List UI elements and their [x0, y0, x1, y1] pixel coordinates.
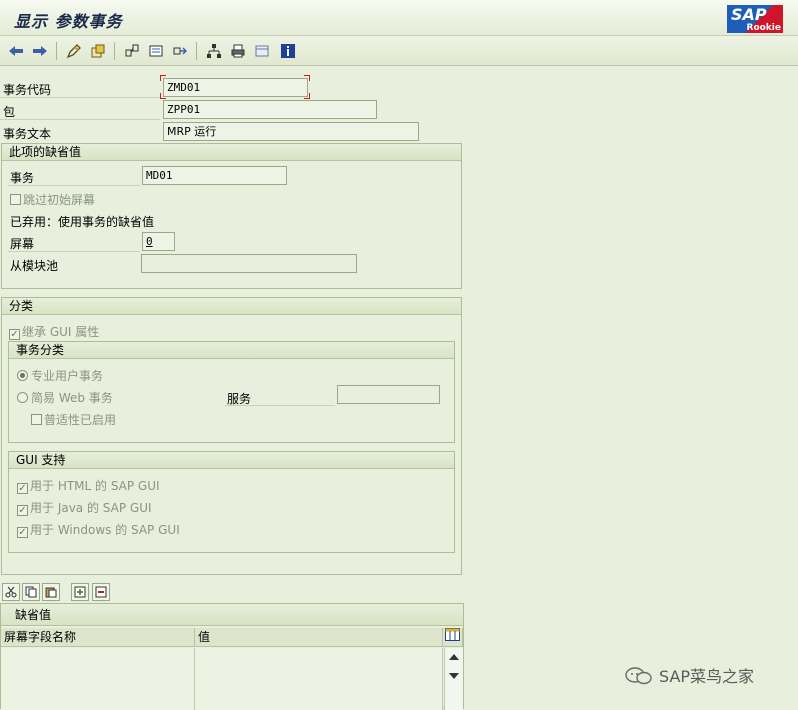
other-object-icon[interactable] — [88, 41, 108, 61]
html-gui-label: 用于 HTML 的 SAP GUI — [30, 479, 160, 493]
java-gui-checkbox[interactable]: ✓ 用于 Java 的 SAP GUI — [17, 499, 152, 516]
html-gui-check-icon[interactable]: ✓ — [17, 483, 28, 494]
default-values-title: 缺省值 — [1, 604, 463, 626]
cut-icon[interactable] — [2, 583, 20, 601]
windows-gui-check-icon[interactable]: ✓ — [17, 527, 28, 538]
easy-web-radio-icon[interactable] — [17, 392, 28, 403]
print-icon[interactable] — [228, 41, 248, 61]
object-list-icon[interactable] — [146, 41, 166, 61]
default-values-table: 缺省值 屏幕字段名称 值 — [0, 603, 464, 710]
package-field[interactable]: ZPP01 — [163, 100, 377, 119]
java-gui-label: 用于 Java 的 SAP GUI — [30, 501, 152, 515]
tcode-field[interactable]: ZMD01 — [163, 78, 308, 97]
skip-screen-label: 跳过初始屏幕 — [23, 193, 96, 207]
java-gui-check-icon[interactable]: ✓ — [17, 505, 28, 516]
professional-radio[interactable]: 专业用户事务 — [17, 367, 103, 384]
vertical-scrollbar[interactable] — [444, 648, 463, 710]
copy-icon[interactable] — [22, 583, 40, 601]
table-column-body[interactable] — [195, 648, 443, 710]
package-label: 包 — [3, 105, 16, 119]
default-tx-label: 事务 — [10, 171, 35, 185]
window-title: 显示 参数事务 — [14, 12, 123, 31]
tx-text-field[interactable]: MRP 运行 — [163, 122, 419, 141]
professional-label: 专业用户事务 — [31, 369, 104, 383]
module-pool-label: 从模块池 — [10, 259, 59, 273]
windows-gui-checkbox[interactable]: ✓ 用于 Windows 的 SAP GUI — [17, 521, 180, 538]
navigation-icon[interactable] — [170, 41, 190, 61]
scroll-up-icon[interactable] — [449, 654, 459, 660]
layout-icon[interactable] — [252, 41, 272, 61]
inherit-gui-checkbox[interactable]: ✓ 继承 GUI 属性 — [9, 323, 99, 340]
scroll-down-icon[interactable] — [449, 673, 459, 679]
hierarchy-icon[interactable] — [204, 41, 224, 61]
html-gui-checkbox[interactable]: ✓ 用于 HTML 的 SAP GUI — [17, 477, 160, 494]
defaults-group-title: 此项的缺省值 — [2, 144, 461, 161]
windows-gui-label: 用于 Windows 的 SAP GUI — [30, 523, 180, 537]
display-change-icon[interactable] — [64, 41, 84, 61]
easy-web-label: 简易 Web 事务 — [31, 391, 113, 405]
skip-screen-checkbox-box[interactable] — [10, 194, 21, 205]
pervasive-checkbox-box[interactable] — [31, 414, 42, 425]
gui-support-group-title: GUI 支持 — [9, 452, 454, 469]
watermark: SAP菜鸟之家 — [625, 663, 754, 687]
screen-field[interactable]: 0 — [142, 232, 175, 251]
info-icon[interactable] — [278, 41, 298, 61]
tcode-label: 事务代码 — [3, 83, 52, 97]
tx-class-group-title: 事务分类 — [9, 342, 454, 359]
table-column-body[interactable] — [1, 648, 195, 710]
inherit-gui-check-icon[interactable]: ✓ — [9, 329, 20, 340]
skip-screen-checkbox[interactable]: 跳过初始屏幕 — [10, 191, 95, 208]
service-field[interactable] — [337, 385, 440, 404]
delete-row-icon[interactable] — [92, 583, 110, 601]
sap-logo-subtext: Rookie — [746, 23, 781, 33]
pervasive-checkbox[interactable]: 普适性已启用 — [31, 411, 116, 428]
module-pool-field[interactable] — [141, 254, 357, 273]
paste-icon[interactable] — [42, 583, 60, 601]
classification-group-title: 分类 — [2, 298, 461, 315]
application-toolbar — [0, 36, 798, 66]
sap-logo: SAP Rookie — [727, 5, 783, 33]
forward-arrow-icon[interactable] — [30, 41, 50, 61]
pervasive-label: 普适性已启用 — [44, 413, 117, 427]
table-settings-icon[interactable] — [443, 628, 463, 647]
easy-web-radio[interactable]: 简易 Web 事务 — [17, 389, 113, 406]
inherit-gui-label: 继承 GUI 属性 — [22, 325, 100, 339]
professional-radio-icon[interactable] — [17, 370, 28, 381]
sap-logo-text: SAP — [731, 5, 767, 24]
obsolete-note: 已弃用：使用事务的缺省值 — [10, 215, 155, 229]
screen-label: 屏幕 — [10, 237, 35, 251]
tx-text-label: 事务文本 — [3, 127, 52, 141]
default-tx-field[interactable]: MD01 — [142, 166, 287, 185]
watermark-text: SAP菜鸟之家 — [659, 667, 755, 686]
col-header-value[interactable]: 值 — [195, 628, 443, 647]
wechat-icon — [625, 666, 653, 686]
where-used-icon[interactable] — [122, 41, 142, 61]
insert-row-icon[interactable] — [71, 583, 89, 601]
back-arrow-icon[interactable] — [6, 41, 26, 61]
col-header-field-name[interactable]: 屏幕字段名称 — [1, 628, 195, 647]
